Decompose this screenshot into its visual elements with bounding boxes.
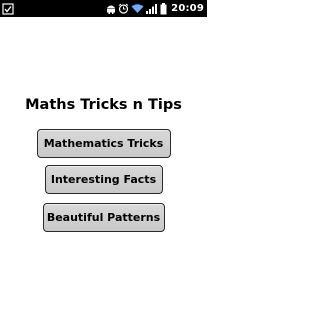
usb-debug-icon (2, 2, 14, 15)
status-bar-right: 20:09 (106, 2, 207, 15)
page-title: Maths Tricks n Tips (25, 97, 182, 113)
interesting-facts-button[interactable]: Interesting Facts (44, 165, 163, 194)
status-bar: 20:09 (0, 0, 207, 17)
status-bar-left (0, 2, 14, 15)
signal-icon (146, 3, 158, 14)
mathematics-tricks-button[interactable]: Mathematics Tricks (36, 129, 171, 158)
main-content: Maths Tricks n Tips Mathematics Tricks I… (0, 17, 207, 310)
status-time: 20:09 (171, 3, 204, 14)
android-icon (106, 3, 116, 14)
wifi-icon (131, 3, 144, 14)
battery-icon (160, 2, 167, 15)
beautiful-patterns-button[interactable]: Beautiful Patterns (42, 203, 165, 232)
alarm-icon (118, 3, 129, 14)
